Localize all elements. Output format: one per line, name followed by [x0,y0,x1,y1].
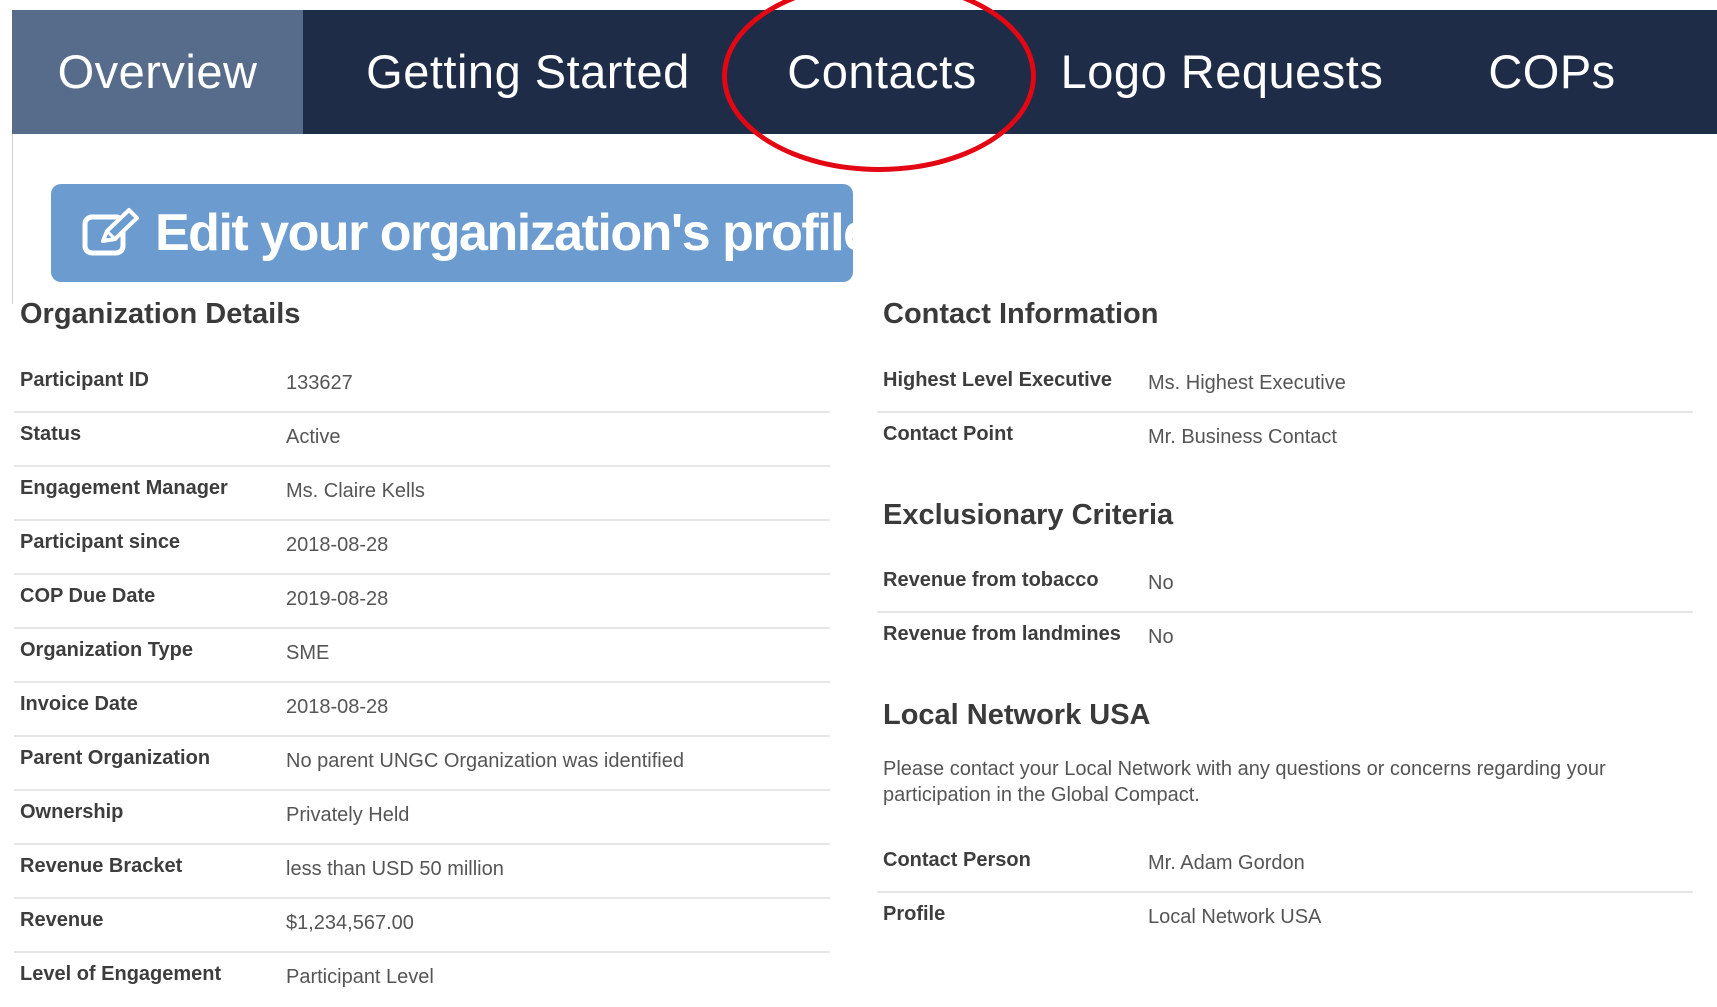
detail-value: No parent UNGC Organization was identifi… [286,750,684,772]
edit-profile-button[interactable]: Edit your organization's profile [51,184,872,282]
detail-value: Ms. Claire Kells [286,480,425,502]
detail-row-revenue-bracket: Revenue Bracket less than USD 50 million [14,845,830,899]
detail-value: 133627 [286,372,353,394]
detail-value: Privately Held [286,804,410,826]
tab-logo-requests[interactable]: Logo Requests [1032,10,1412,134]
detail-label: Status [20,423,82,445]
edit-profile-label: Edit your organization's profile [155,204,872,262]
contact-row-contact-point: Contact Point Mr. Business Contact [877,413,1693,467]
detail-row-invoice-date: Invoice Date 2018-08-28 [14,683,830,737]
detail-row-engagement-manager: Engagement Manager Ms. Claire Kells [14,467,830,521]
exclusion-label: Revenue from landmines [883,623,1121,645]
detail-label: Invoice Date [20,693,138,715]
content-left-border [12,134,13,304]
contact-label: Contact Point [883,423,1013,445]
edit-icon [82,208,139,256]
network-label: Profile [883,903,946,925]
detail-label: Level of Engagement [20,963,222,985]
detail-value: 2018-08-28 [286,534,389,556]
detail-label: COP Due Date [20,585,156,607]
detail-row-parent-organization: Parent Organization No parent UNGC Organ… [14,737,830,791]
network-row-profile: Profile Local Network USA [877,893,1693,947]
detail-label: Revenue [20,909,104,931]
tab-cops[interactable]: COPs [1412,10,1692,134]
contact-value: Ms. Highest Executive [1148,372,1346,394]
contact-label: Highest Level Executive [883,369,1112,391]
tab-getting-started[interactable]: Getting Started [303,10,753,134]
exclusion-value: No [1148,626,1174,648]
network-row-contact-person: Contact Person Mr. Adam Gordon [877,839,1693,893]
detail-row-participant-since: Participant since 2018-08-28 [14,521,830,575]
detail-label: Participant ID [20,369,149,391]
local-network-note: Please contact your Local Network with a… [883,758,1606,806]
detail-label: Ownership [20,801,124,823]
tab-overview[interactable]: Overview [12,10,303,134]
contact-value: Mr. Business Contact [1148,426,1337,448]
detail-value: $1,234,567.00 [286,912,414,934]
detail-label: Engagement Manager [20,477,228,499]
detail-label: Revenue Bracket [20,855,183,877]
detail-row-ownership: Ownership Privately Held [14,791,830,845]
network-value: Local Network USA [1148,906,1322,928]
top-nav: Overview Getting Started Contacts Logo R… [12,0,1717,172]
detail-value: Participant Level [286,966,434,988]
exclusion-value: No [1148,572,1174,594]
detail-value: SME [286,642,330,664]
detail-row-cop-due-date: COP Due Date 2019-08-28 [14,575,830,629]
exclusion-row-tobacco: Revenue from tobacco No [877,559,1693,613]
detail-value: 2019-08-28 [286,588,389,610]
organization-details-title: Organization Details [20,298,301,330]
tab-contacts[interactable]: Contacts [753,10,1011,134]
network-value: Mr. Adam Gordon [1148,852,1305,874]
detail-value: less than USD 50 million [286,858,504,880]
exclusion-label: Revenue from tobacco [883,569,1099,591]
detail-row-participant-id: Participant ID 133627 [14,359,830,413]
detail-row-revenue: Revenue $1,234,567.00 [14,899,830,953]
exclusionary-criteria-title: Exclusionary Criteria [883,499,1174,531]
detail-label: Organization Type [20,639,193,661]
contact-row-highest-executive: Highest Level Executive Ms. Highest Exec… [877,359,1693,413]
detail-row-organization-type: Organization Type SME [14,629,830,683]
exclusion-row-landmines: Revenue from landmines No [877,613,1693,667]
detail-value: Active [286,426,341,448]
detail-row-status: Status Active [14,413,830,467]
network-label: Contact Person [883,849,1031,871]
contact-information-title: Contact Information [883,298,1159,330]
detail-value: 2018-08-28 [286,696,389,718]
detail-label: Participant since [20,531,181,553]
detail-row-level-of-engagement: Level of Engagement Participant Level [14,953,830,1007]
local-network-title: Local Network USA [883,699,1151,731]
detail-label: Parent Organization [20,747,211,769]
